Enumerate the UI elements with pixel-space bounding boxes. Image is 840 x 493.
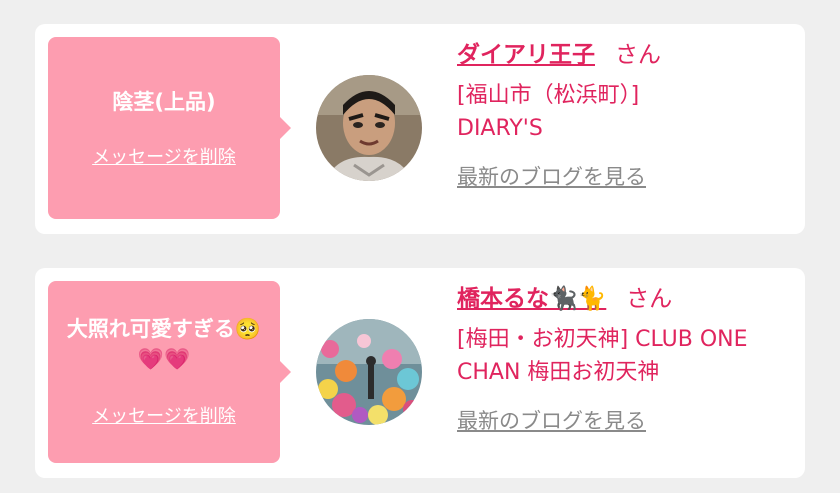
- girl-name-link[interactable]: ダイアリ王子: [457, 42, 595, 68]
- message-bubble: 大照れ可愛すぎる🥺💗💗 メッセージを削除: [48, 281, 291, 463]
- latest-blog-link[interactable]: 最新のブログを見る: [457, 405, 646, 435]
- message-text: 陰茎(上品): [112, 90, 216, 114]
- avatar-photo-flowers-icon[interactable]: [316, 319, 422, 425]
- name-line: 橋本るな🐈‍⬛🐈 さん: [457, 282, 797, 316]
- girl-info: ダイアリ王子 さん [福山市（松浜町）] DIARY'S 最新のブログを見る: [457, 38, 797, 191]
- honorific: さん: [615, 42, 661, 68]
- girl-name-link[interactable]: 橋本るな🐈‍⬛🐈: [457, 286, 606, 312]
- avatar-photo-man-icon[interactable]: [316, 75, 422, 181]
- honorific: さん: [626, 286, 673, 312]
- message-card: 陰茎(上品) メッセージを削除 ダイアリ王子 さん [福山市（松浜町）] DIAR…: [35, 24, 805, 234]
- name-line: ダイアリ王子 さん: [457, 38, 797, 72]
- delete-message-link[interactable]: メッセージを削除: [48, 402, 280, 428]
- shop-info: [梅田・お初天神] CLUB ONE CHAN 梅田お初天神: [457, 327, 748, 385]
- message-bubble: 陰茎(上品) メッセージを削除: [48, 37, 291, 219]
- message-text: 大照れ可愛すぎる🥺💗💗: [66, 317, 262, 371]
- latest-blog-link[interactable]: 最新のブログを見る: [457, 161, 646, 191]
- delete-message-link[interactable]: メッセージを削除: [48, 143, 280, 169]
- girl-info: 橋本るな🐈‍⬛🐈 さん [梅田・お初天神] CLUB ONE CHAN 梅田お初天…: [457, 282, 797, 435]
- shop-info: [福山市（松浜町）] DIARY'S: [457, 83, 640, 141]
- message-card: 大照れ可愛すぎる🥺💗💗 メッセージを削除 橋本るな🐈‍⬛🐈 さん [梅田・お初天神…: [35, 268, 805, 478]
